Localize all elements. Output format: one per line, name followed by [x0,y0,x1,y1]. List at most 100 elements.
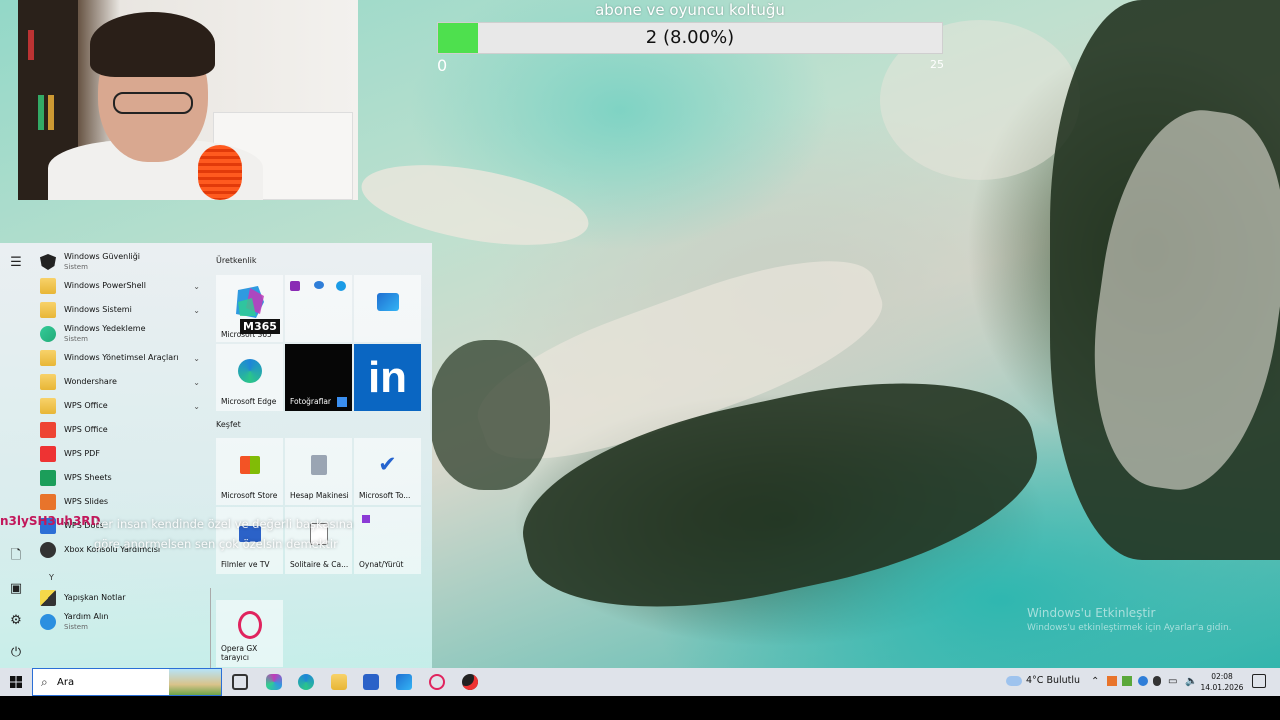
power-icon[interactable]: ⏻ [8,645,24,661]
chevron-up-icon[interactable]: ⌃ [1091,676,1099,687]
folder-icon [40,398,56,414]
app-wps-slides[interactable]: WPS Slides [40,490,210,514]
chat-username: n3lySH3uh3RD [0,514,101,528]
start-menu: ☰ 🗋 ▣ ⚙ ⏻ Windows Güvenliği Sistem Window… [0,243,432,668]
weather-text[interactable]: 4°C Bulutlu [1026,675,1080,686]
opera-icon [237,611,262,640]
letter-header[interactable]: Y [49,573,54,582]
goal-min: 0 [437,56,448,75]
tile-outlook[interactable] [354,275,421,342]
app-wondershare[interactable]: Wondershare ⌄ [40,370,210,394]
obs-icon[interactable] [462,674,478,690]
pictures-icon[interactable]: ▣ [8,581,24,597]
backup-icon [40,326,56,342]
folder-icon [40,350,56,366]
chevron-down-icon: ⌄ [193,353,200,363]
search-highlight-image [169,669,221,695]
onedrive-tray-icon[interactable] [1138,676,1148,686]
activate-windows-watermark: Windows'u Etkinleştir Windows'u etkinleş… [1027,606,1232,633]
tile-microsoft-todo[interactable]: ✔ Microsoft To... [354,438,421,505]
glasses [113,92,193,114]
photos-icon [337,397,347,407]
app-sticky-notes[interactable]: Yapışkan Notlar [40,586,210,610]
tile-calculator[interactable]: Hesap Makinesi [285,438,352,505]
volume-icon[interactable]: 🔈 [1185,676,1197,687]
app-wps-pdf[interactable]: WPS PDF [40,442,210,466]
clock-time: 02:08 [1211,672,1233,681]
network-icon[interactable]: ▭ [1168,676,1177,687]
app-windows-security[interactable]: Windows Güvenliği Sistem [40,250,210,274]
taskbar: ⌕ 4°C Bulutlu ⌃ ▭ 🔈 02:08 14.01.2026 [0,668,1280,696]
sticky-notes-icon [40,590,56,606]
app-wps-office[interactable]: WPS Office [40,418,210,442]
microphone-icon[interactable] [1153,676,1161,686]
group-label-productivity[interactable]: Üretkenlik [216,256,256,265]
search-input[interactable] [57,674,167,690]
notification-icon[interactable] [1252,674,1266,688]
file-explorer-icon[interactable] [331,674,347,690]
wps-office-icon [40,422,56,438]
tile-microsoft-edge[interactable]: Microsoft Edge [216,344,283,411]
webcam-overlay [18,0,358,200]
clock-date: 14.01.2026 [1200,683,1244,692]
pinned-tiles: Üretkenlik Microsoft 365 M365 Microsoft … [210,243,432,668]
app-windows-system[interactable]: Windows Sistemi ⌄ [40,298,210,322]
goal-max: 25 [930,58,944,71]
start-button[interactable] [0,668,32,696]
tile-microsoft-store[interactable]: Microsoft Store [216,438,283,505]
app-list: Windows Güvenliği Sistem Windows PowerShe… [32,243,210,668]
menu-icon[interactable]: ☰ [8,255,24,271]
opera-taskbar-icon[interactable] [429,674,445,690]
tile-photos[interactable]: Fotoğraflar [285,344,352,411]
skype-icon [336,281,346,291]
m365-icon [235,285,264,318]
store-taskbar-icon[interactable] [363,674,379,690]
document-icon[interactable]: 🗋 [8,548,24,564]
chevron-down-icon: ⌄ [193,305,200,315]
cloud-icon[interactable] [1006,676,1022,686]
activate-title: Windows'u Etkinleştir [1027,606,1156,620]
app-windows-backup[interactable]: Windows Yedekleme Sistem [40,322,210,346]
start-rail: ☰ 🗋 ▣ ⚙ ⏻ [0,243,32,668]
streamer-hair [90,12,215,77]
tray-app-icon[interactable] [1122,676,1132,686]
app-get-help[interactable]: Yardım Alın Sistem [40,610,210,634]
edge-icon [237,358,262,383]
outlook-icon [376,292,399,311]
xbox-icon [40,542,56,558]
shield-icon [40,254,56,270]
outlook-taskbar-icon[interactable] [396,674,412,690]
tile-opera-gx[interactable]: Opera GX tarayıcı [216,600,283,667]
vegetation-shape [430,340,550,490]
chevron-down-icon: ⌄ [193,401,200,411]
folder-icon [40,374,56,390]
app-wps-sheets[interactable]: WPS Sheets [40,466,210,490]
microphone [198,145,242,200]
calculator-icon [310,454,327,475]
store-icon [239,455,260,474]
app-wps-office-folder[interactable]: WPS Office ⌄ [40,394,210,418]
windows-icon [10,676,22,688]
folder-icon [40,302,56,318]
clock[interactable]: 02:08 14.01.2026 [1200,671,1244,693]
tile-linkedin[interactable]: in [354,344,421,411]
taskbar-search[interactable]: ⌕ [32,668,222,696]
edge-taskbar-icon[interactable] [298,674,314,690]
tray-app-icon[interactable] [1107,676,1117,686]
copilot-icon[interactable] [266,674,282,690]
gear-icon[interactable]: ⚙ [8,613,24,629]
goal-progress-text: 2 (8.00%) [645,27,735,48]
tile-office-apps[interactable] [285,275,352,342]
app-windows-admin-tools[interactable]: Windows Yönetimsel Araçları ⌄ [40,346,210,370]
book [38,95,44,130]
goal-progress-bar: 2 (8.00%) [437,22,943,54]
group-label-explore[interactable]: Keşfet [216,420,241,429]
onedrive-icon [314,281,324,289]
tile-microsoft-365[interactable]: Microsoft 365 M365 [216,275,283,342]
wps-slides-icon [40,494,56,510]
chevron-down-icon: ⌄ [193,281,200,291]
task-view-icon[interactable] [232,674,248,690]
app-windows-powershell[interactable]: Windows PowerShell ⌄ [40,274,210,298]
letterbox-bar [0,696,1280,720]
chevron-down-icon: ⌄ [193,377,200,387]
